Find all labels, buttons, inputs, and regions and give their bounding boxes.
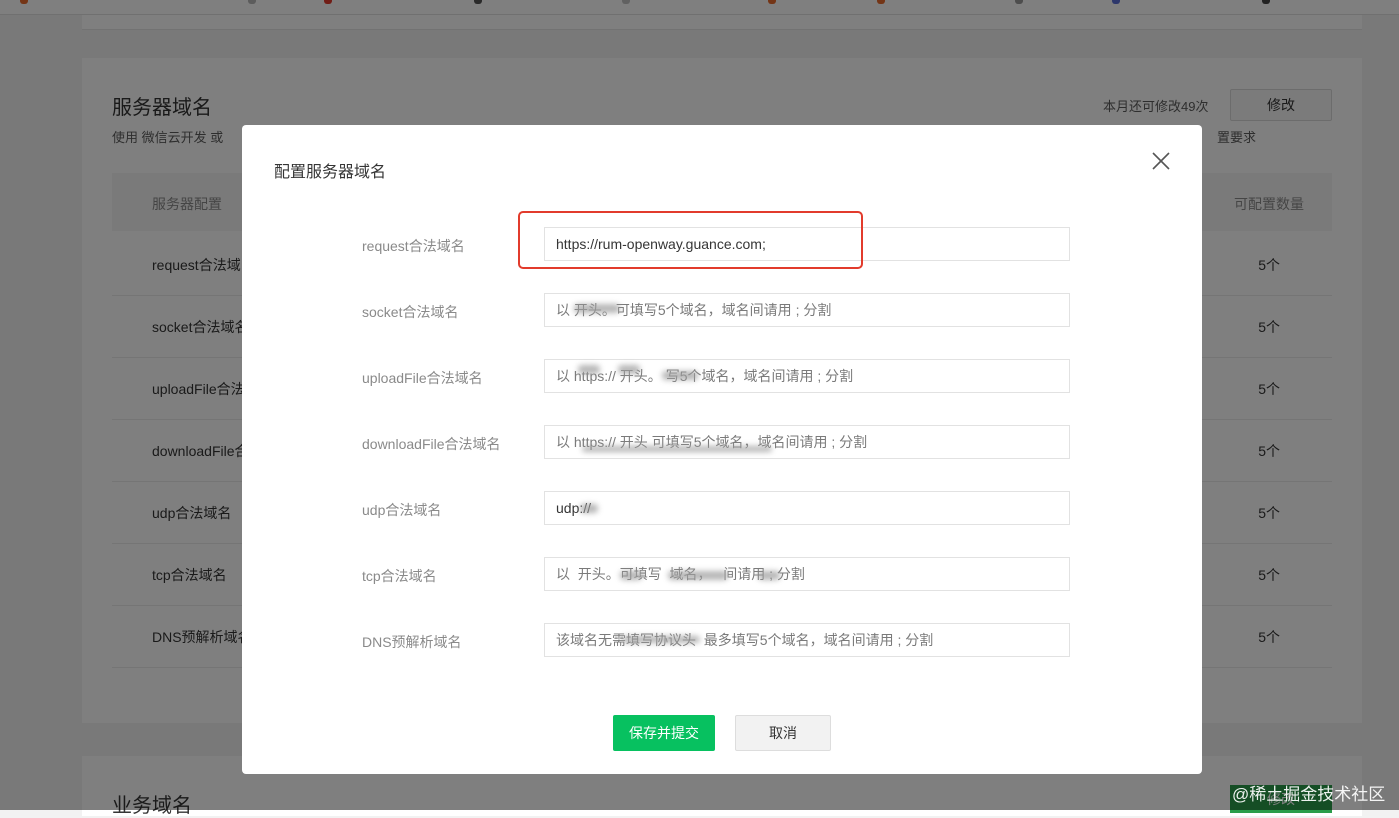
redaction-blur (758, 571, 780, 580)
redaction-blur (620, 571, 642, 580)
downloadfile-domain-label: downloadFile合法域名 (362, 436, 501, 452)
downloadfile-domain-input[interactable] (544, 425, 1070, 459)
redaction-blur (582, 446, 772, 452)
uploadfile-domain-label: uploadFile合法域名 (362, 370, 483, 386)
request-domain-label: request合法域名 (362, 238, 465, 254)
request-domain-highlight (518, 211, 863, 269)
cancel-button[interactable]: 取消 (735, 715, 831, 751)
redaction-blur (618, 365, 640, 374)
socket-domain-label: socket合法域名 (362, 304, 459, 320)
tcp-domain-label: tcp合法域名 (362, 568, 437, 584)
close-icon[interactable] (1150, 150, 1172, 172)
dns-prefetch-domain-label: DNS预解析域名 (362, 634, 462, 650)
socket-domain-input[interactable] (544, 293, 1070, 327)
save-and-submit-button[interactable]: 保存并提交 (613, 715, 715, 751)
udp-domain-label: udp合法域名 (362, 502, 442, 518)
watermark-text: @稀土掘金技术社区 (1232, 785, 1386, 804)
redaction-blur (578, 365, 600, 374)
redaction-blur (662, 371, 698, 380)
redaction-blur (622, 636, 700, 643)
dialog-title: 配置服务器域名 (274, 164, 387, 181)
redaction-blur (668, 571, 728, 580)
configure-server-domain-dialog: 配置服务器域名 request合法域名 socket合法域名 uploadFil… (242, 125, 1202, 774)
redaction-blur (580, 504, 598, 513)
redaction-blur (574, 304, 620, 313)
udp-domain-input[interactable] (544, 491, 1070, 525)
